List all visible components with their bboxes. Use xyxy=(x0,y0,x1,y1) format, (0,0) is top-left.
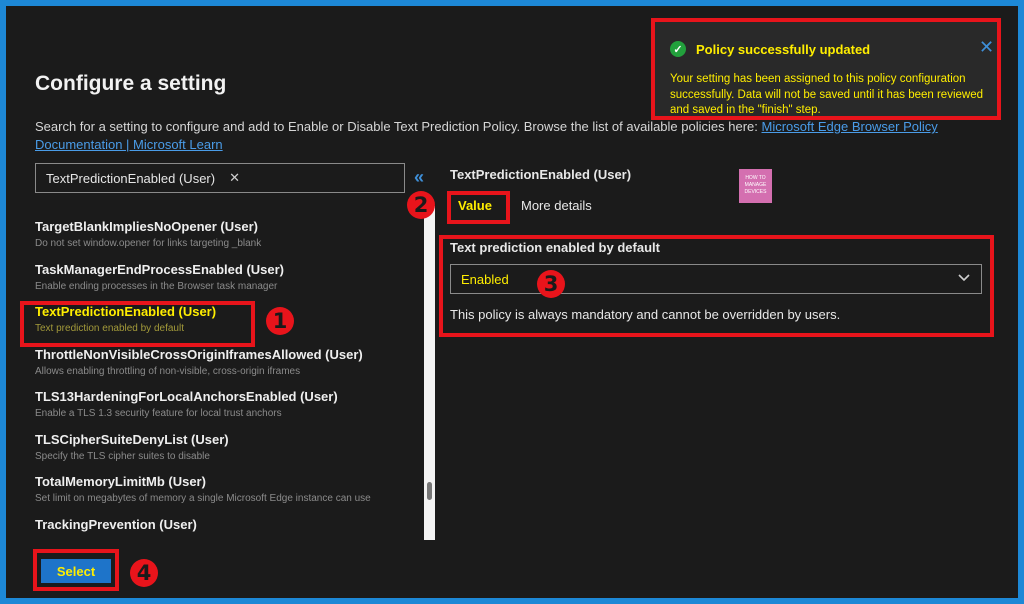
step-badge-2: 2 xyxy=(407,191,435,219)
scrollbar-thumb[interactable] xyxy=(427,482,432,500)
list-item[interactable]: ThrottleNonVisibleCrossOriginIframesAllo… xyxy=(35,347,417,390)
list-item[interactable]: TaskManagerEndProcessEnabled (User) Enab… xyxy=(35,262,417,305)
annotation-box-3 xyxy=(439,235,994,337)
list-item-description: Allows enabling throttling of non-visibl… xyxy=(35,365,301,377)
description-text: Search for a setting to configure and ad… xyxy=(35,119,758,134)
tab-more-details[interactable]: More details xyxy=(521,198,592,213)
toast-title: Policy successfully updated xyxy=(696,42,871,57)
list-item-name: TotalMemoryLimitMb (User) xyxy=(35,474,206,489)
close-icon[interactable]: ✕ xyxy=(979,37,994,58)
settings-list: TargetBlankImpliesNoOpener (User) Do not… xyxy=(35,219,417,559)
list-item[interactable]: TargetBlankImpliesNoOpener (User) Do not… xyxy=(35,219,417,262)
page-title: Configure a setting xyxy=(35,72,227,95)
list-item-name: TrackingPrevention (User) xyxy=(35,516,197,532)
search-value: TextPredictionEnabled (User) xyxy=(46,170,216,186)
step-badge-4: 4 xyxy=(130,559,158,587)
list-scrollbar[interactable] xyxy=(424,206,435,540)
list-item-name: TLS13HardeningForLocalAnchorsEnabled (Us… xyxy=(35,389,338,404)
annotation-box-1 xyxy=(20,301,255,347)
list-item-name: TLSCipherSuiteDenyList (User) xyxy=(35,431,229,447)
toast-message: Your setting has been assigned to this p… xyxy=(670,73,984,116)
list-item-description: Set limit on megabytes of memory a singl… xyxy=(35,493,371,504)
how-to-manage-devices-logo: HOW TO MANAGE DEVICES xyxy=(739,169,772,203)
list-item-description: Specify the TLS cipher suites to disable xyxy=(35,450,210,462)
collapse-panel-icon[interactable]: « xyxy=(414,167,424,188)
step-badge-3: 3 xyxy=(537,270,565,298)
list-item[interactable]: TotalMemoryLimitMb (User) Set limit on m… xyxy=(35,474,417,517)
list-item[interactable]: TLSCipherSuiteDenyList (User) Specify th… xyxy=(35,432,417,475)
list-item-description: Do not set window.opener for links targe… xyxy=(35,238,262,249)
list-item-description: Enable ending processes in the Browser t… xyxy=(35,280,278,292)
configure-setting-pane: Configure a setting Search for a setting… xyxy=(6,6,1018,598)
success-toast: ✓ Policy successfully updated ✕ Your set… xyxy=(651,18,1001,120)
success-check-icon: ✓ xyxy=(670,41,686,57)
annotation-box-4 xyxy=(33,549,119,591)
logo-line: DEVICES xyxy=(744,189,767,195)
step-badge-1: 1 xyxy=(266,307,294,335)
logo-line: HOW TO xyxy=(745,175,766,181)
page-description: Search for a setting to configure and ad… xyxy=(35,118,995,154)
list-item-name: ThrottleNonVisibleCrossOriginIframesAllo… xyxy=(35,346,363,362)
search-input[interactable]: TextPredictionEnabled (User) ✕ xyxy=(35,163,405,193)
logo-line: MANAGE xyxy=(744,182,767,188)
annotation-box-2 xyxy=(447,191,510,224)
list-item-name: TaskManagerEndProcessEnabled (User) xyxy=(35,261,285,277)
list-item-name: TargetBlankImpliesNoOpener (User) xyxy=(35,219,258,234)
list-item[interactable]: TLS13HardeningForLocalAnchorsEnabled (Us… xyxy=(35,389,417,432)
clear-search-icon[interactable]: ✕ xyxy=(229,170,240,186)
list-item-description: Enable a TLS 1.3 security feature for lo… xyxy=(35,408,282,419)
detail-title: TextPredictionEnabled (User) xyxy=(450,167,632,182)
